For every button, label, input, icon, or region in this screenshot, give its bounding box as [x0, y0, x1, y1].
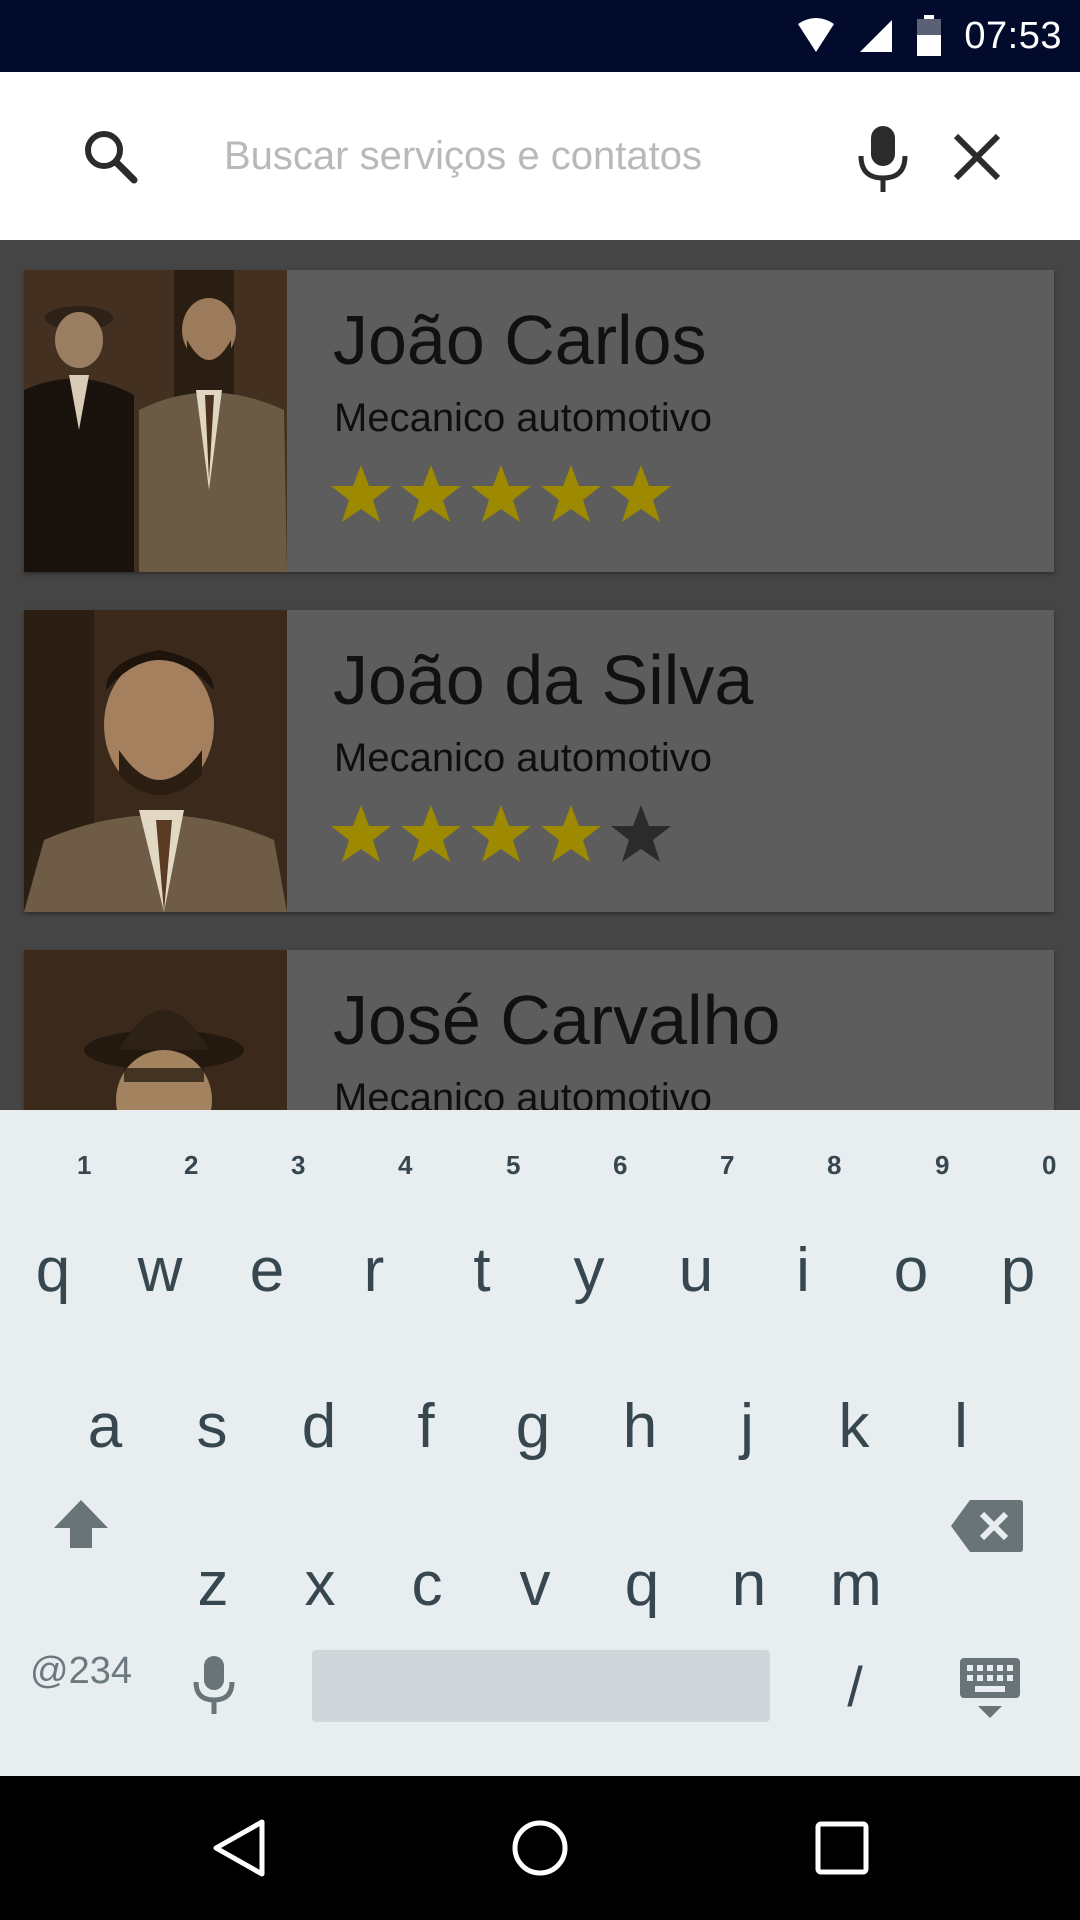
key-hint: 0	[1042, 1150, 1057, 1180]
key-hint: 9	[935, 1150, 950, 1180]
key-n[interactable]: n	[704, 1524, 794, 1644]
star-filled-icon	[611, 465, 671, 522]
star-filled-icon	[471, 805, 531, 862]
key-h[interactable]: h	[595, 1366, 685, 1486]
search-bar	[0, 72, 1080, 240]
symbols-key[interactable]: @234	[30, 1650, 132, 1693]
shift-icon[interactable]	[52, 1498, 110, 1550]
key-hint: 1	[77, 1150, 92, 1180]
star-empty-icon	[611, 805, 671, 862]
wifi-icon	[798, 18, 835, 52]
rating-stars	[329, 802, 673, 866]
contact-card[interactable]: João Carlos Mecanico automotivo	[24, 270, 1054, 572]
key-m[interactable]: m	[811, 1524, 901, 1644]
space-key[interactable]	[312, 1650, 770, 1722]
key-r[interactable]: r	[329, 1210, 419, 1330]
key-hint: 6	[613, 1150, 628, 1180]
navigation-bar	[0, 1776, 1080, 1920]
contact-name: José Carvalho	[333, 981, 781, 1059]
contact-card[interactable]: João da Silva Mecanico automotivo	[24, 610, 1054, 912]
search-icon[interactable]	[80, 126, 140, 186]
key-y[interactable]: y	[544, 1210, 634, 1330]
rating-stars	[329, 462, 673, 526]
key-e[interactable]: e	[222, 1210, 312, 1330]
key-c[interactable]: c	[382, 1524, 472, 1644]
contact-photo	[24, 270, 287, 572]
mic-icon[interactable]	[855, 124, 911, 194]
key-hint: 8	[827, 1150, 842, 1180]
battery-icon	[917, 15, 942, 56]
key-k[interactable]: k	[809, 1366, 899, 1486]
key-o[interactable]: o	[866, 1210, 956, 1330]
contact-name: João Carlos	[333, 301, 707, 379]
status-icons: 07:53	[796, 0, 1062, 72]
key-hint: 5	[506, 1150, 521, 1180]
signal-icon	[860, 20, 893, 52]
key-q[interactable]: q	[8, 1210, 98, 1330]
soft-keyboard: @234 / q 1w 2e 3r 4t 5y 6u 7i 8o 9p 0 asdfghjkl zxcv…	[0, 1110, 1080, 1776]
contact-card[interactable]: José Carvalho Mecanico automotivo	[24, 950, 1054, 1110]
key-t[interactable]: t	[437, 1210, 527, 1330]
key-q[interactable]: q	[597, 1524, 687, 1644]
close-icon[interactable]	[950, 130, 1004, 184]
key-v[interactable]: v	[490, 1524, 580, 1644]
star-filled-icon	[331, 465, 391, 522]
contact-service: Mecanico automotivo	[334, 396, 712, 440]
recents-icon[interactable]	[810, 1816, 874, 1880]
key-l[interactable]: l	[916, 1366, 1006, 1486]
key-z[interactable]: z	[168, 1524, 258, 1644]
key-j[interactable]: j	[702, 1366, 792, 1486]
key-hint: 3	[291, 1150, 306, 1180]
contact-photo	[24, 950, 287, 1110]
key-a[interactable]: a	[60, 1366, 150, 1486]
star-filled-icon	[331, 805, 391, 862]
key-hint: 4	[398, 1150, 413, 1180]
contact-service: Mecanico automotivo	[334, 736, 712, 780]
contact-service: Mecanico automotivo	[334, 1076, 712, 1110]
key-i[interactable]: i	[758, 1210, 848, 1330]
contact-name: João da Silva	[333, 641, 754, 719]
search-input[interactable]	[224, 118, 804, 194]
home-icon[interactable]	[508, 1816, 572, 1880]
contact-photo	[24, 610, 287, 912]
key-g[interactable]: g	[488, 1366, 578, 1486]
key-f[interactable]: f	[381, 1366, 471, 1486]
star-filled-icon	[541, 805, 601, 862]
key-w[interactable]: w	[115, 1210, 205, 1330]
key-slash[interactable]: /	[810, 1626, 900, 1746]
star-filled-icon	[401, 805, 461, 862]
key-d[interactable]: d	[274, 1366, 364, 1486]
key-u[interactable]: u	[651, 1210, 741, 1330]
key-hint: 2	[184, 1150, 199, 1180]
backspace-icon[interactable]	[950, 1498, 1024, 1554]
status-time: 07:53	[964, 14, 1062, 57]
star-filled-icon	[401, 465, 461, 522]
keyboard-mic-icon[interactable]	[192, 1654, 236, 1716]
star-filled-icon	[541, 465, 601, 522]
key-s[interactable]: s	[167, 1366, 257, 1486]
keyboard-hide-icon[interactable]	[958, 1656, 1022, 1720]
status-bar: 07:53	[0, 0, 1080, 72]
contact-list: João Carlos Mecanico automotivo João da …	[0, 240, 1080, 1110]
back-icon[interactable]	[208, 1816, 272, 1880]
star-filled-icon	[471, 465, 531, 522]
key-hint: 7	[720, 1150, 735, 1180]
key-p[interactable]: p	[973, 1210, 1063, 1330]
key-x[interactable]: x	[275, 1524, 365, 1644]
